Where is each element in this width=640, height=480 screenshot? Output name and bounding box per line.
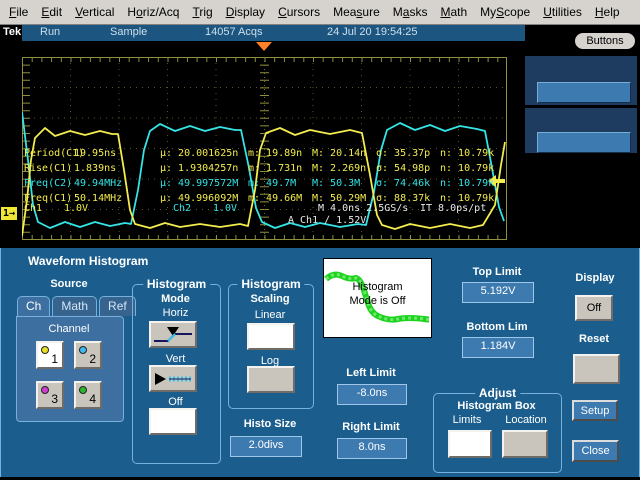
histo-size-label: Histo Size — [228, 418, 312, 430]
histogram-mode-vert-button[interactable] — [149, 365, 197, 392]
menu-item-edit[interactable]: Edit — [41, 5, 62, 19]
status-readout-bar: Run Sample 14057 Acqs 24 Jul 20 19:54:25 — [22, 25, 525, 41]
side-panel-upper — [524, 55, 638, 106]
acquisition-mode: Sample — [110, 26, 147, 38]
channel-4-button[interactable]: 4 — [74, 381, 102, 409]
ch1-color-dot-icon — [41, 346, 49, 354]
menu-item-file[interactable]: File — [9, 5, 28, 19]
display-off-button[interactable]: Off — [575, 295, 613, 321]
vert-histogram-icon — [153, 370, 193, 388]
resolution-readout: IT 8.0ps/pt — [420, 203, 486, 214]
left-limit-value[interactable]: -8.0ns — [337, 384, 407, 405]
trigger-readout: A Ch1 ∕ 1.52V — [288, 215, 366, 226]
ch3-color-dot-icon — [41, 386, 49, 394]
status-bar: Tek Run Sample 14057 Acqs 24 Jul 20 19:5… — [0, 25, 640, 41]
reset-label: Reset — [568, 333, 620, 345]
horiz-label: Horiz — [133, 307, 218, 319]
scaling-linear-button[interactable] — [247, 323, 295, 350]
ch1-ground-marker[interactable]: 1→ — [1, 207, 17, 220]
histogram-mode-off-button[interactable] — [149, 408, 197, 435]
preview-text-line1: Histogram — [324, 281, 431, 293]
histogram-box-label: Histogram Box — [434, 400, 559, 412]
adjust-location-button[interactable] — [502, 430, 548, 458]
menu-item-help[interactable]: Help — [595, 5, 620, 19]
menu-item-trig[interactable]: Trig — [192, 5, 212, 19]
menu-item-horiz-acq[interactable]: Horiz/Acq — [127, 5, 179, 19]
measurement-row-freq-c2: Freq(C2)49.94MHz μ: 49.997572Mm: 49.7M M… — [0, 178, 640, 190]
waveform-display: Period(C1)19.95ns μ: 20.001625nm: 19.89n… — [0, 41, 640, 245]
scaling-label: Scaling — [229, 293, 311, 305]
adjust-limits-button[interactable] — [448, 430, 492, 458]
histogram-preview-box: Histogram Mode is Off — [323, 258, 432, 338]
setup-button[interactable]: Setup — [572, 400, 618, 421]
menu-item-vertical[interactable]: Vertical — [75, 5, 114, 19]
side-panel-upper-button[interactable] — [537, 82, 631, 103]
ch1-label: Ch1 — [24, 203, 42, 214]
histo-size-value[interactable]: 2.0divs — [230, 436, 302, 457]
ch2-color-dot-icon — [79, 346, 87, 354]
menu-item-utilities[interactable]: Utilities — [543, 5, 582, 19]
display-label: Display — [565, 272, 625, 284]
off-label: Off — [133, 396, 218, 408]
reset-button[interactable] — [573, 354, 620, 384]
horiz-histogram-icon — [153, 326, 193, 344]
trigger-position-icon[interactable] — [256, 42, 272, 51]
right-limit-value[interactable]: 8.0ns — [337, 438, 407, 459]
channel-1-button[interactable]: 1 — [36, 341, 64, 369]
limits-label: Limits — [440, 414, 494, 426]
vert-label: Vert — [133, 353, 218, 365]
menu-item-masks[interactable]: Masks — [393, 5, 428, 19]
menu-item-math[interactable]: Math — [440, 5, 467, 19]
mode-label: Mode — [133, 293, 218, 305]
linear-label: Linear — [229, 309, 311, 321]
acquisition-state: Run — [40, 26, 60, 38]
left-limit-label: Left Limit — [335, 367, 407, 379]
panel-title: Waveform Histogram — [28, 254, 148, 268]
buttons-button[interactable]: Buttons — [573, 31, 637, 51]
histogram-mode-group: Histogram Mode Horiz Vert Off — [132, 284, 221, 464]
ch2-label: Ch2 — [173, 203, 191, 214]
ch2-scale: 1.0V — [213, 203, 237, 214]
side-panel-lower-button[interactable] — [537, 132, 631, 153]
location-label: Location — [498, 414, 554, 426]
adjust-group: Adjust Histogram Box Limits Location — [433, 393, 562, 473]
oscilloscope-screen: File Edit Vertical Horiz/Acq Trig Displa… — [0, 0, 640, 480]
menu-bar: File Edit Vertical Horiz/Acq Trig Displa… — [0, 0, 640, 25]
waveform-histogram-panel: Waveform Histogram Source Ch Math Ref Ch… — [0, 245, 640, 480]
tab-ch[interactable]: Ch — [17, 296, 50, 316]
close-button[interactable]: Close — [572, 440, 619, 462]
bottom-limit-value[interactable]: 1.184V — [462, 337, 534, 358]
ch4-color-dot-icon — [79, 386, 87, 394]
timebase-readout: M 4.0ns 2.5GS/s — [318, 203, 408, 214]
tek-logo: Tek — [3, 26, 21, 38]
bottom-limit-label: Bottom Lim — [452, 321, 542, 333]
scaling-log-button[interactable] — [247, 366, 295, 393]
top-limit-label: Top Limit — [455, 266, 539, 278]
menu-item-cursors[interactable]: Cursors — [278, 5, 320, 19]
top-limit-value[interactable]: 5.192V — [462, 282, 534, 303]
measurement-row-rise: Rise(C1)1.839ns μ: 1.9304257nm: 1.731n M… — [0, 163, 640, 175]
histogram-mode-horiz-button[interactable] — [149, 321, 197, 348]
ch1-scale: 1.0V — [64, 203, 88, 214]
datetime: 24 Jul 20 19:54:25 — [327, 26, 418, 38]
menu-item-measure[interactable]: Measure — [333, 5, 380, 19]
preview-text-line2: Mode is Off — [324, 295, 431, 307]
right-limit-label: Right Limit — [332, 421, 410, 433]
source-channel-box: Channel 1 2 3 4 — [16, 316, 124, 422]
menu-item-display[interactable]: Display — [226, 5, 265, 19]
channel-label: Channel — [17, 323, 121, 335]
side-panel-lower — [524, 107, 638, 154]
channel-3-button[interactable]: 3 — [36, 381, 64, 409]
histogram-scaling-group: Histogram Scaling Linear Log — [228, 284, 314, 409]
menu-item-myscope[interactable]: MyScope — [480, 5, 530, 19]
source-label: Source — [16, 278, 122, 290]
tab-math[interactable]: Math — [52, 296, 97, 316]
tab-ref[interactable]: Ref — [99, 296, 136, 316]
source-tabs: Ch Math Ref — [17, 296, 136, 316]
acquisition-count: 14057 Acqs — [205, 26, 263, 38]
channel-2-button[interactable]: 2 — [74, 341, 102, 369]
